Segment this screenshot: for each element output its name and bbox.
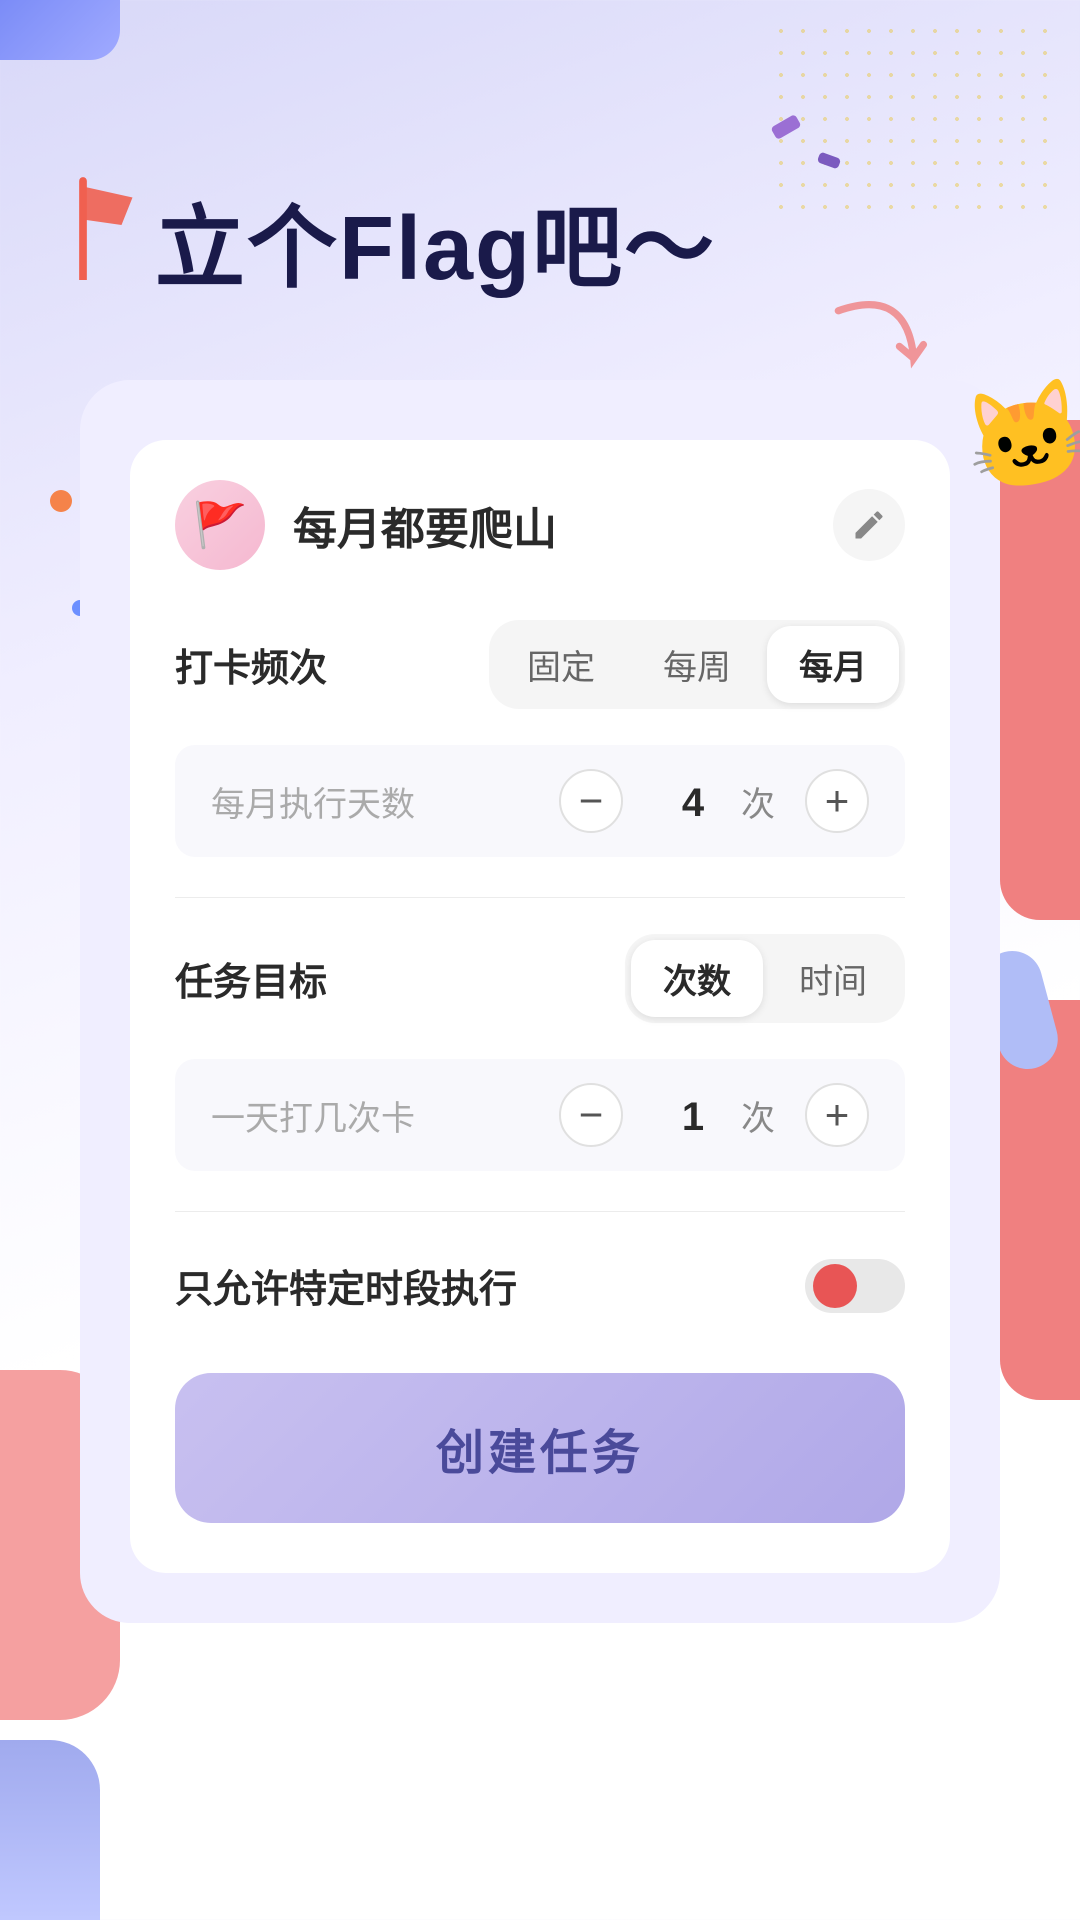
task-goal-label: 任务目标 [175,951,327,1006]
monthly-days-decrement[interactable]: − [559,769,623,833]
main-card: 🚩 每月都要爬山 打卡频次 固定 每周 每月 每月执行天数 [80,380,1000,1623]
time-restriction-label: 只允许特定时段执行 [175,1258,517,1313]
create-task-button[interactable]: 创建任务 [175,1373,905,1523]
flag-decoration [60,170,150,285]
monthly-days-value: 4 [653,781,733,826]
task-name: 每月都要爬山 [293,493,557,557]
monthly-days-increment[interactable]: + [805,769,869,833]
daily-checkins-controls: − 1 次 + [559,1083,869,1147]
task-form-card: 🚩 每月都要爬山 打卡频次 固定 每周 每月 每月执行天数 [130,440,950,1573]
dot-grid-decoration [770,20,1050,220]
checkin-frequency-label: 打卡频次 [175,637,327,692]
task-icon-group: 🚩 每月都要爬山 [175,480,557,570]
toggle-monthly[interactable]: 每月 [767,626,899,703]
checkin-frequency-row: 打卡频次 固定 每周 每月 [175,620,905,709]
edit-button[interactable] [833,489,905,561]
blue-bottom-left-decoration [0,1740,100,1920]
cat-decoration: 🐱 [956,370,1080,507]
task-header: 🚩 每月都要爬山 [175,480,905,570]
task-icon: 🚩 [175,480,265,570]
daily-checkins-unit: 次 [741,1091,775,1140]
daily-checkins-increment[interactable]: + [805,1083,869,1147]
page-title: 立个Flag吧～ [155,175,716,305]
orange-circle-decoration [50,490,72,512]
toggle-count[interactable]: 次数 [631,940,763,1017]
checkin-frequency-toggle-group: 固定 每周 每月 [489,620,905,709]
divider-1 [175,897,905,898]
daily-checkins-decrement[interactable]: − [559,1083,623,1147]
monthly-days-row: 每月执行天数 − 4 次 + [175,745,905,857]
toggle-knob [813,1264,857,1308]
divider-2 [175,1211,905,1212]
daily-checkins-label: 一天打几次卡 [211,1091,415,1140]
monthly-days-label: 每月执行天数 [211,777,415,826]
toggle-time[interactable]: 时间 [767,940,899,1017]
time-restriction-toggle[interactable] [805,1259,905,1313]
toggle-fixed[interactable]: 固定 [495,626,627,703]
daily-checkins-value: 1 [653,1095,733,1140]
monthly-days-controls: − 4 次 + [559,769,869,833]
time-restriction-row: 只允许特定时段执行 [175,1248,905,1323]
toggle-weekly[interactable]: 每周 [631,626,763,703]
daily-checkins-row: 一天打几次卡 − 1 次 + [175,1059,905,1171]
task-goal-row: 任务目标 次数 时间 [175,934,905,1023]
top-left-decoration [0,0,120,60]
task-goal-toggle-group: 次数 时间 [625,934,905,1023]
monthly-days-unit: 次 [741,777,775,826]
